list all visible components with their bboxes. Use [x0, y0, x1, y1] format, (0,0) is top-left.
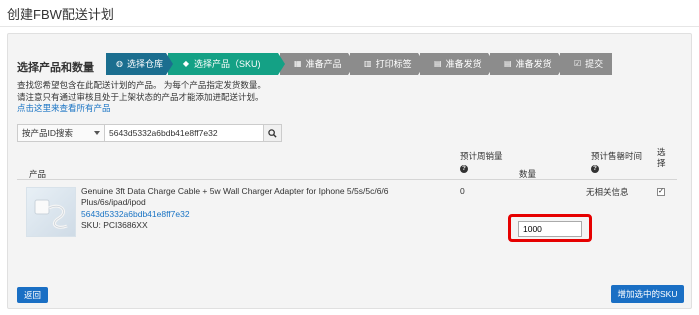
- step-label: 提交: [585, 59, 604, 69]
- quantity-highlight: 1000: [508, 214, 592, 242]
- search-mode-select[interactable]: 按产品ID搜索: [17, 124, 105, 142]
- barcode-icon: ▥: [364, 59, 372, 68]
- step-prepare-shipment-2[interactable]: ▤ 准备发货: [490, 53, 565, 75]
- step-label: 选择仓库: [126, 59, 163, 69]
- header-select: 选择: [657, 147, 666, 168]
- search-button[interactable]: [264, 124, 282, 142]
- product-id-link[interactable]: 5643d5332a6bdb41e8ff7e32: [81, 209, 190, 219]
- section-title: 选择产品和数量: [17, 62, 94, 74]
- header-sellout-time: 预计售罄时间 ?: [591, 150, 642, 173]
- header-sellout-time-label: 预计售罄时间: [591, 151, 643, 161]
- help-icon[interactable]: ?: [460, 165, 468, 173]
- description-line: 查找您希望包含在此配送计划的产品。 为每个产品指定发货数量。: [17, 80, 266, 90]
- table-header: 产品 预计周销量 ? 数量 预计售罄时间 ? 选择: [17, 147, 677, 180]
- globe-icon: ◍: [116, 59, 123, 68]
- select-checkbox[interactable]: ✓: [657, 188, 665, 196]
- step-label: 准备发货: [445, 59, 482, 69]
- add-selected-sku-button[interactable]: 增加选中的SKU: [611, 285, 684, 303]
- search-mode-value: 按产品ID搜索: [22, 128, 74, 138]
- step-select-warehouse[interactable]: ◍ 选择仓库: [106, 53, 173, 75]
- product-sku: SKU: PCI3686XX: [81, 220, 148, 230]
- search-input[interactable]: 5643d5332a6bdb41e8ff7e32: [105, 124, 264, 142]
- table-row: Genuine 3ft Data Charge Cable + 5w Wall …: [17, 181, 677, 271]
- header-product: 产品: [29, 169, 47, 179]
- charger-cable-image: [34, 199, 68, 229]
- step-label: 准备发货: [515, 59, 552, 69]
- header-quantity: 数量: [519, 169, 537, 179]
- chevron-down-icon: [94, 131, 100, 135]
- step-prepare-product[interactable]: ▦ 准备产品: [280, 53, 355, 75]
- section-description: 查找您希望包含在此配送计划的产品。 为每个产品指定发货数量。 请注意只有通过审核…: [17, 80, 266, 115]
- step-label: 打印标签: [375, 59, 412, 69]
- header-weekly-sales: 预计周销量 ?: [460, 150, 503, 173]
- description-line: 请注意只有通过审核且处于上架状态的产品才能添加进配送计划。: [17, 91, 264, 102]
- step-prepare-shipment[interactable]: ▤ 准备发货: [420, 53, 495, 75]
- grid-icon: ▦: [294, 59, 302, 68]
- header-weekly-sales-label: 预计周销量: [460, 151, 503, 161]
- product-search: 按产品ID搜索 5643d5332a6bdb41e8ff7e32: [17, 124, 282, 142]
- sellout-time-value: 无相关信息: [586, 187, 629, 197]
- list-icon: ▤: [434, 59, 442, 68]
- help-icon[interactable]: ?: [591, 165, 599, 173]
- search-icon: [268, 128, 277, 138]
- step-submit[interactable]: ☑ 提交: [560, 53, 612, 75]
- wizard-steps: ◍ 选择仓库 ◆ 选择产品（SKU) ▦ 准备产品 ▥ 打印标签 ▤ 准备发货 …: [106, 53, 614, 75]
- quantity-input[interactable]: 1000: [518, 221, 582, 237]
- step-select-product[interactable]: ◆ 选择产品（SKU): [168, 53, 285, 75]
- list-icon: ▤: [504, 59, 512, 68]
- step-label: 选择产品（SKU): [194, 59, 261, 69]
- product-name: Genuine 3ft Data Charge Cable + 5w Wall …: [81, 186, 389, 207]
- title-divider: [0, 26, 699, 27]
- view-all-products-link[interactable]: 点击这里来查看所有产品: [17, 103, 266, 115]
- step-print-labels[interactable]: ▥ 打印标签: [350, 53, 425, 75]
- back-button[interactable]: 返回: [17, 287, 48, 303]
- check-square-icon: ☑: [574, 59, 582, 68]
- step-label: 准备产品: [305, 59, 342, 69]
- product-image: [26, 187, 76, 237]
- page-title: 创建FBW配送计划: [7, 7, 114, 22]
- weekly-sales-value: 0: [460, 186, 465, 196]
- tag-icon: ◆: [182, 59, 190, 68]
